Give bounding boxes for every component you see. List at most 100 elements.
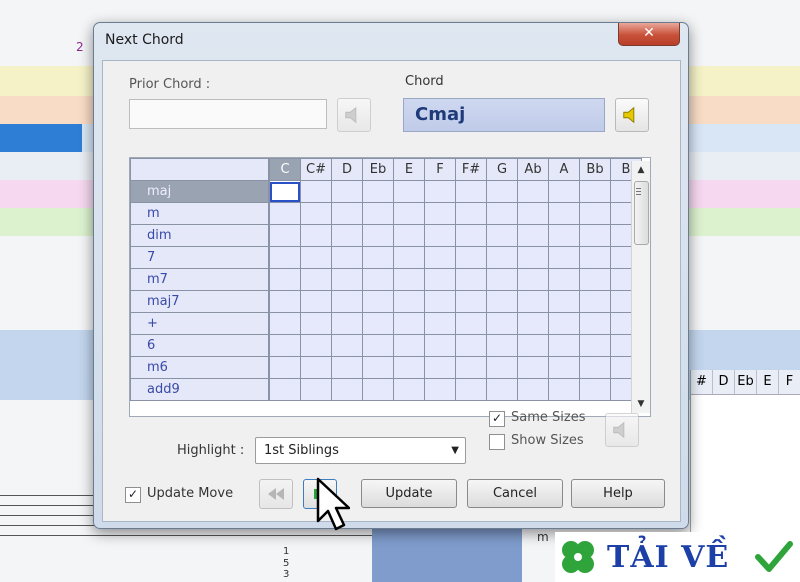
grid-cell[interactable] — [268, 246, 301, 269]
grid-cell[interactable] — [548, 180, 580, 203]
grid-cell[interactable] — [548, 290, 580, 313]
column-header-d[interactable]: D — [331, 158, 363, 181]
grid-cell[interactable] — [455, 202, 487, 225]
grid-cell[interactable] — [331, 246, 363, 269]
grid-cell[interactable] — [300, 224, 332, 247]
grid-cell-selected[interactable] — [268, 180, 301, 203]
row-header-m7[interactable]: m7 — [130, 268, 270, 291]
row-header-add9[interactable]: add9 — [130, 378, 270, 401]
grid-scrollbar[interactable]: ▲ ▼ — [631, 161, 650, 413]
grid-cell[interactable] — [362, 312, 394, 335]
grid-cell[interactable] — [362, 246, 394, 269]
grid-cell[interactable] — [268, 378, 301, 401]
grid-cell[interactable] — [424, 378, 456, 401]
highlight-select[interactable]: 1st Siblings ▼ — [255, 437, 466, 464]
grid-cell[interactable] — [393, 246, 425, 269]
row-header-dim[interactable]: dim — [130, 224, 270, 247]
column-header-csharp[interactable]: C# — [300, 158, 332, 181]
grid-cell[interactable] — [424, 290, 456, 313]
grid-cell[interactable] — [331, 312, 363, 335]
grid-cell[interactable] — [455, 290, 487, 313]
column-header-a[interactable]: A — [548, 158, 580, 181]
grid-cell[interactable] — [579, 246, 611, 269]
grid-cell[interactable] — [362, 334, 394, 357]
grid-cell[interactable] — [300, 180, 332, 203]
grid-cell[interactable] — [455, 268, 487, 291]
grid-cell[interactable] — [517, 378, 549, 401]
grid-cell[interactable] — [331, 180, 363, 203]
grid-cell[interactable] — [268, 312, 301, 335]
scroll-thumb[interactable] — [634, 181, 649, 245]
grid-cell[interactable] — [331, 334, 363, 357]
row-header-aug[interactable]: + — [130, 312, 270, 335]
grid-cell[interactable] — [424, 334, 456, 357]
row-header-6[interactable]: 6 — [130, 334, 270, 357]
grid-cell[interactable] — [331, 224, 363, 247]
grid-cell[interactable] — [486, 356, 518, 379]
grid-cell[interactable] — [331, 290, 363, 313]
previous-button[interactable] — [259, 479, 293, 509]
grid-cell[interactable] — [300, 378, 332, 401]
grid-cell[interactable] — [486, 312, 518, 335]
grid-cell[interactable] — [362, 180, 394, 203]
grid-cell[interactable] — [424, 202, 456, 225]
row-header-maj7[interactable]: maj7 — [130, 290, 270, 313]
grid-cell[interactable] — [362, 378, 394, 401]
grid-cell[interactable] — [424, 268, 456, 291]
scroll-up-arrow-icon[interactable]: ▲ — [632, 161, 650, 179]
row-header-m6[interactable]: m6 — [130, 356, 270, 379]
column-header-eb[interactable]: Eb — [362, 158, 394, 181]
grid-cell[interactable] — [300, 202, 332, 225]
grid-cell[interactable] — [393, 312, 425, 335]
grid-cell[interactable] — [424, 312, 456, 335]
grid-cell[interactable] — [486, 378, 518, 401]
grid-cell[interactable] — [455, 378, 487, 401]
grid-cell[interactable] — [268, 334, 301, 357]
grid-cell[interactable] — [331, 356, 363, 379]
grid-cell[interactable] — [331, 268, 363, 291]
grid-cell[interactable] — [579, 356, 611, 379]
row-header-maj[interactable]: maj — [130, 180, 270, 203]
grid-cell[interactable] — [486, 290, 518, 313]
grid-cell[interactable] — [268, 290, 301, 313]
grid-cell[interactable] — [579, 202, 611, 225]
grid-cell[interactable] — [579, 334, 611, 357]
grid-cell[interactable] — [517, 180, 549, 203]
grid-cell[interactable] — [517, 246, 549, 269]
grid-cell[interactable] — [548, 356, 580, 379]
grid-cell[interactable] — [300, 290, 332, 313]
grid-cell[interactable] — [517, 334, 549, 357]
row-header-m[interactable]: m — [130, 202, 270, 225]
grid-cell[interactable] — [424, 246, 456, 269]
grid-cell[interactable] — [517, 202, 549, 225]
grid-cell[interactable] — [455, 180, 487, 203]
grid-cell[interactable] — [517, 290, 549, 313]
grid-cell[interactable] — [268, 224, 301, 247]
grid-cell[interactable] — [486, 202, 518, 225]
grid-cell[interactable] — [393, 290, 425, 313]
grid-cell[interactable] — [517, 224, 549, 247]
grid-cell[interactable] — [486, 268, 518, 291]
column-header-f[interactable]: F — [424, 158, 456, 181]
update-button[interactable]: Update — [361, 479, 457, 508]
grid-cell[interactable] — [517, 312, 549, 335]
grid-cell[interactable] — [579, 268, 611, 291]
grid-cell[interactable] — [300, 334, 332, 357]
grid-cell[interactable] — [548, 378, 580, 401]
grid-cell[interactable] — [455, 356, 487, 379]
grid-cell[interactable] — [455, 224, 487, 247]
grid-cell[interactable] — [424, 180, 456, 203]
grid-cell[interactable] — [548, 334, 580, 357]
grid-cell[interactable] — [455, 312, 487, 335]
grid-cell[interactable] — [517, 268, 549, 291]
close-button[interactable]: ✕ — [618, 23, 680, 46]
column-header-e[interactable]: E — [393, 158, 425, 181]
grid-cell[interactable] — [268, 268, 301, 291]
grid-cell[interactable] — [579, 312, 611, 335]
grid-cell[interactable] — [362, 290, 394, 313]
grid-cell[interactable] — [300, 246, 332, 269]
grid-cell[interactable] — [393, 268, 425, 291]
grid-cell[interactable] — [393, 180, 425, 203]
grid-cell[interactable] — [486, 246, 518, 269]
grid-cell[interactable] — [393, 356, 425, 379]
